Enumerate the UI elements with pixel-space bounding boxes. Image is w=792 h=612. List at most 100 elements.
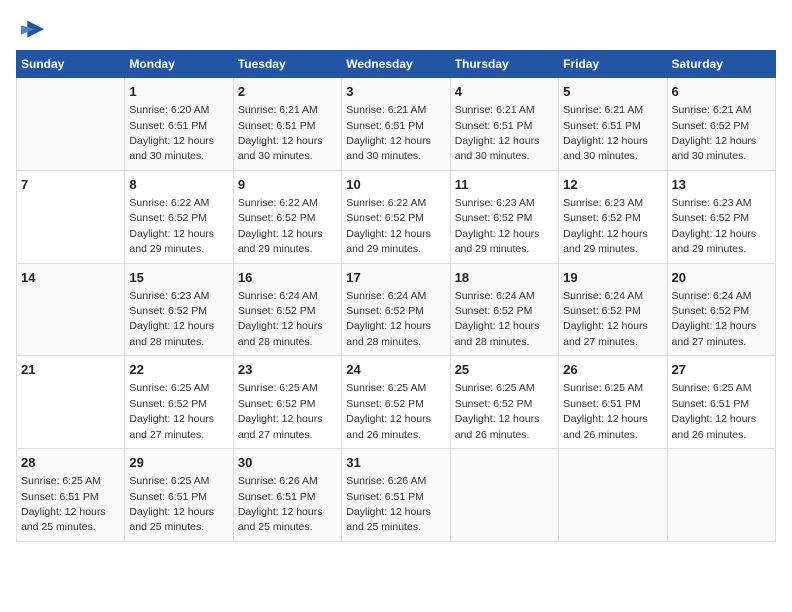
- day-number: 31: [346, 454, 445, 472]
- day-number: 21: [21, 361, 120, 379]
- day-number: 5: [563, 83, 662, 101]
- day-number: 19: [563, 269, 662, 287]
- day-number: 7: [21, 176, 120, 194]
- page-header: [16, 16, 776, 40]
- day-header-sunday: Sunday: [17, 51, 125, 78]
- calendar-cell: 27 Sunrise: 6:25 AM Sunset: 6:51 PM Dayli…: [667, 356, 775, 449]
- cell-content: Sunrise: 6:21 AM Sunset: 6:51 PM Dayligh…: [238, 104, 323, 162]
- calendar-cell: 6Sunrise: 6:21 AM Sunset: 6:52 PM Daylig…: [667, 78, 775, 171]
- day-number: 15: [129, 269, 228, 287]
- day-number: 28: [21, 454, 120, 472]
- day-number: 27: [672, 361, 771, 379]
- calendar-cell: 20 Sunrise: 6:24 AM Sunset: 6:52 PM Dayli…: [667, 263, 775, 356]
- cell-content: Sunrise: 6:23 AM Sunset: 6:52 PM Dayligh…: [672, 197, 757, 255]
- calendar-cell: 19 Sunrise: 6:24 AM Sunset: 6:52 PM Dayli…: [559, 263, 667, 356]
- cell-content: Sunrise: 6:22 AM Sunset: 6:52 PM Dayligh…: [238, 197, 323, 255]
- calendar-cell: [559, 449, 667, 542]
- cell-content: Sunrise: 6:26 AM Sunset: 6:51 PM Dayligh…: [238, 475, 323, 533]
- logo-icon: [18, 16, 46, 44]
- cell-content: Sunrise: 6:20 AM Sunset: 6:51 PM Dayligh…: [129, 104, 214, 162]
- day-number: 8: [129, 176, 228, 194]
- calendar-header-row: SundayMondayTuesdayWednesdayThursdayFrid…: [17, 51, 776, 78]
- day-number: 4: [455, 83, 554, 101]
- calendar-cell: 28 Sunrise: 6:25 AM Sunset: 6:51 PM Dayli…: [17, 449, 125, 542]
- day-number: 14: [21, 269, 120, 287]
- day-number: 26: [563, 361, 662, 379]
- cell-content: Sunrise: 6:22 AM Sunset: 6:52 PM Dayligh…: [346, 197, 431, 255]
- day-header-monday: Monday: [125, 51, 233, 78]
- calendar-cell: 7: [17, 170, 125, 263]
- calendar-cell: 18Sunrise: 6:24 AM Sunset: 6:52 PM Dayli…: [450, 263, 558, 356]
- calendar-cell: 21: [17, 356, 125, 449]
- calendar-week-row: 28 Sunrise: 6:25 AM Sunset: 6:51 PM Dayli…: [17, 449, 776, 542]
- cell-content: Sunrise: 6:21 AM Sunset: 6:51 PM Dayligh…: [455, 104, 540, 162]
- day-number: 2: [238, 83, 337, 101]
- day-header-saturday: Saturday: [667, 51, 775, 78]
- cell-content: Sunrise: 6:25 AM Sunset: 6:51 PM Dayligh…: [21, 475, 106, 533]
- day-header-tuesday: Tuesday: [233, 51, 341, 78]
- calendar-cell: 9 Sunrise: 6:22 AM Sunset: 6:52 PM Daylig…: [233, 170, 341, 263]
- calendar-week-row: 1 Sunrise: 6:20 AM Sunset: 6:51 PM Daylig…: [17, 78, 776, 171]
- cell-content: Sunrise: 6:24 AM Sunset: 6:52 PM Dayligh…: [346, 290, 431, 348]
- day-number: 29: [129, 454, 228, 472]
- cell-content: Sunrise: 6:24 AM Sunset: 6:52 PM Dayligh…: [238, 290, 323, 348]
- cell-content: Sunrise: 6:23 AM Sunset: 6:52 PM Dayligh…: [563, 197, 648, 255]
- calendar-cell: [17, 78, 125, 171]
- calendar-cell: 2 Sunrise: 6:21 AM Sunset: 6:51 PM Daylig…: [233, 78, 341, 171]
- calendar-cell: 24 Sunrise: 6:25 AM Sunset: 6:52 PM Dayli…: [342, 356, 450, 449]
- cell-content: Sunrise: 6:24 AM Sunset: 6:52 PM Dayligh…: [672, 290, 757, 348]
- cell-content: Sunrise: 6:25 AM Sunset: 6:52 PM Dayligh…: [346, 382, 431, 440]
- calendar-cell: 14: [17, 263, 125, 356]
- day-number: 6: [672, 83, 771, 101]
- day-number: 24: [346, 361, 445, 379]
- cell-content: Sunrise: 6:21 AM Sunset: 6:51 PM Dayligh…: [346, 104, 431, 162]
- day-number: 1: [129, 83, 228, 101]
- calendar-cell: 15 Sunrise: 6:23 AM Sunset: 6:52 PM Dayli…: [125, 263, 233, 356]
- day-number: 30: [238, 454, 337, 472]
- day-number: 16: [238, 269, 337, 287]
- cell-content: Sunrise: 6:25 AM Sunset: 6:51 PM Dayligh…: [672, 382, 757, 440]
- cell-content: Sunrise: 6:25 AM Sunset: 6:52 PM Dayligh…: [455, 382, 540, 440]
- calendar-table: SundayMondayTuesdayWednesdayThursdayFrid…: [16, 50, 776, 542]
- calendar-cell: 13 Sunrise: 6:23 AM Sunset: 6:52 PM Dayli…: [667, 170, 775, 263]
- cell-content: Sunrise: 6:22 AM Sunset: 6:52 PM Dayligh…: [129, 197, 214, 255]
- calendar-cell: 30 Sunrise: 6:26 AM Sunset: 6:51 PM Dayli…: [233, 449, 341, 542]
- calendar-cell: [667, 449, 775, 542]
- cell-content: Sunrise: 6:25 AM Sunset: 6:51 PM Dayligh…: [129, 475, 214, 533]
- day-number: 9: [238, 176, 337, 194]
- day-number: 25: [455, 361, 554, 379]
- cell-content: Sunrise: 6:23 AM Sunset: 6:52 PM Dayligh…: [129, 290, 214, 348]
- calendar-cell: 5 Sunrise: 6:21 AM Sunset: 6:51 PM Daylig…: [559, 78, 667, 171]
- logo: [16, 16, 46, 40]
- day-header-thursday: Thursday: [450, 51, 558, 78]
- cell-content: Sunrise: 6:25 AM Sunset: 6:52 PM Dayligh…: [129, 382, 214, 440]
- calendar-cell: 16 Sunrise: 6:24 AM Sunset: 6:52 PM Dayli…: [233, 263, 341, 356]
- day-number: 12: [563, 176, 662, 194]
- cell-content: Sunrise: 6:21 AM Sunset: 6:51 PM Dayligh…: [563, 104, 648, 162]
- calendar-cell: 23 Sunrise: 6:25 AM Sunset: 6:52 PM Dayli…: [233, 356, 341, 449]
- calendar-cell: 29 Sunrise: 6:25 AM Sunset: 6:51 PM Dayli…: [125, 449, 233, 542]
- calendar-week-row: 21 22 Sunrise: 6:25 AM Sunset: 6:52 PM Day…: [17, 356, 776, 449]
- cell-content: Sunrise: 6:25 AM Sunset: 6:52 PM Dayligh…: [238, 382, 323, 440]
- day-number: 10: [346, 176, 445, 194]
- cell-content: Sunrise: 6:26 AM Sunset: 6:51 PM Dayligh…: [346, 475, 431, 533]
- cell-content: Sunrise: 6:24 AM Sunset: 6:52 PM Dayligh…: [563, 290, 648, 348]
- cell-content: Sunrise: 6:25 AM Sunset: 6:51 PM Dayligh…: [563, 382, 648, 440]
- calendar-cell: 31 Sunrise: 6:26 AM Sunset: 6:51 PM Dayli…: [342, 449, 450, 542]
- calendar-week-row: 78 Sunrise: 6:22 AM Sunset: 6:52 PM Dayli…: [17, 170, 776, 263]
- calendar-cell: 12 Sunrise: 6:23 AM Sunset: 6:52 PM Dayli…: [559, 170, 667, 263]
- calendar-cell: 26 Sunrise: 6:25 AM Sunset: 6:51 PM Dayli…: [559, 356, 667, 449]
- day-number: 13: [672, 176, 771, 194]
- day-number: 20: [672, 269, 771, 287]
- calendar-week-row: 14 15 Sunrise: 6:23 AM Sunset: 6:52 PM Day…: [17, 263, 776, 356]
- day-number: 23: [238, 361, 337, 379]
- day-header-wednesday: Wednesday: [342, 51, 450, 78]
- calendar-cell: 11Sunrise: 6:23 AM Sunset: 6:52 PM Dayli…: [450, 170, 558, 263]
- calendar-cell: 25 Sunrise: 6:25 AM Sunset: 6:52 PM Dayli…: [450, 356, 558, 449]
- calendar-cell: 10 Sunrise: 6:22 AM Sunset: 6:52 PM Dayli…: [342, 170, 450, 263]
- calendar-cell: [450, 449, 558, 542]
- calendar-cell: 4 Sunrise: 6:21 AM Sunset: 6:51 PM Daylig…: [450, 78, 558, 171]
- calendar-cell: 22 Sunrise: 6:25 AM Sunset: 6:52 PM Dayli…: [125, 356, 233, 449]
- day-number: 22: [129, 361, 228, 379]
- cell-content: Sunrise: 6:23 AM Sunset: 6:52 PM Dayligh…: [455, 197, 540, 255]
